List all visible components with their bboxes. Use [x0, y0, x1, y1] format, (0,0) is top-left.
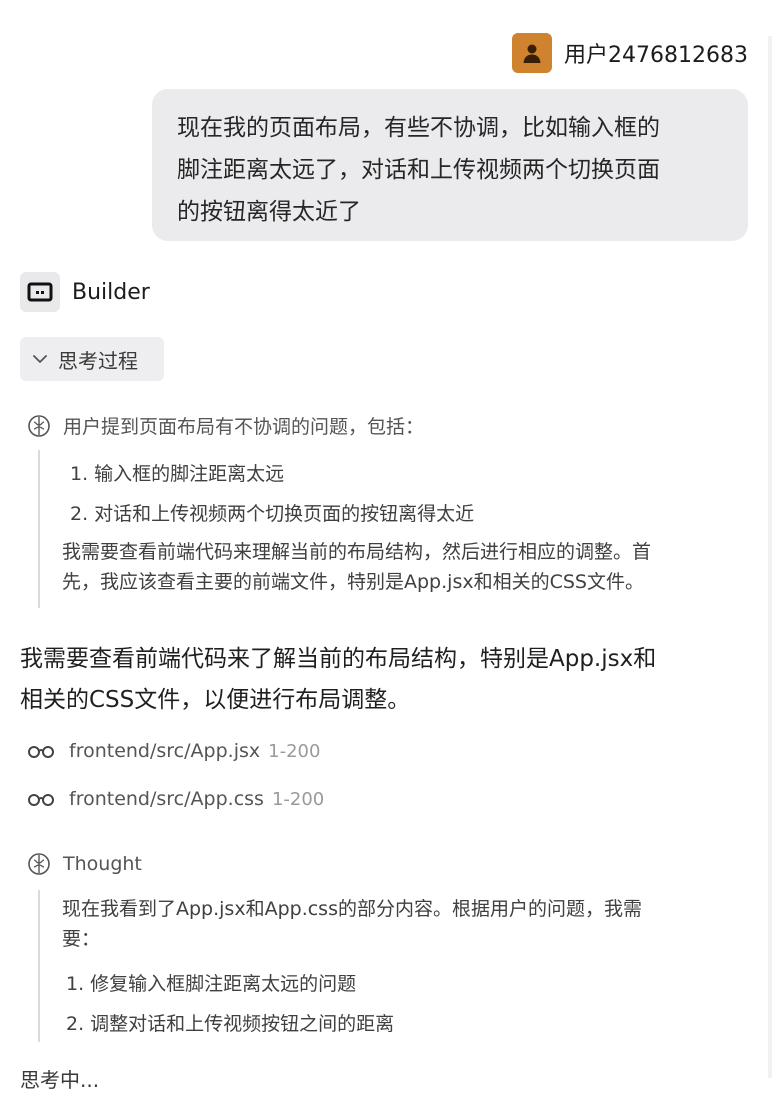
- user-message-bubble: 现在我的页面布局，有些不协调，比如输入框的 脚注距离太远了，对话和上传视频两个切…: [152, 89, 748, 241]
- file-line-range: 1-200: [268, 740, 321, 762]
- thought-body: 现在我看到了App.jsx和App.css的部分内容。根据用户的问题，我需 要：…: [38, 890, 642, 1042]
- thought-note-line: 先，我应该查看主要的前端文件，特别是App.jsx和相关的CSS文件。: [62, 571, 644, 593]
- file-path: frontend/src/App.jsx: [69, 740, 261, 762]
- thinking-toggle-label: 思考过程: [58, 348, 138, 373]
- glasses-icon: [28, 794, 54, 806]
- list-item: 1. 修复输入框脚注距离太远的问题: [66, 973, 357, 995]
- chevron-down-icon: [33, 355, 47, 363]
- user-message-line: 脚注距离太远了，对话和上传视频两个切换页面: [177, 157, 660, 183]
- thought-heading-text: 用户提到页面布局有不协调的问题，包括：: [63, 416, 425, 438]
- user-message-line: 的按钮离得太近了: [177, 199, 361, 225]
- username: 用户2476812683: [564, 43, 748, 68]
- avatar: [512, 33, 553, 73]
- file-path: frontend/src/App.css: [69, 788, 264, 810]
- list-item: 1. 输入框的脚注距离太远: [70, 463, 285, 485]
- brain-icon: [28, 853, 50, 875]
- thought-note-line: 要：: [62, 928, 101, 950]
- thought-heading: 用户提到页面布局有不协调的问题，包括：: [27, 412, 424, 439]
- thought-note-line: 我需要查看前端代码来理解当前的布局结构，然后进行相应的调整。首: [62, 541, 652, 563]
- thought-heading-text: Thought: [63, 853, 142, 875]
- file-read-item[interactable]: frontend/src/App.css 1-200: [27, 788, 324, 810]
- file-line-range: 1-200: [271, 788, 325, 810]
- thinking-process-toggle[interactable]: 思考过程: [20, 337, 164, 381]
- person-icon: [523, 44, 541, 63]
- list-item: 2. 对话和上传视频两个切换页面的按钮离得太近: [70, 503, 475, 525]
- response-line: 相关的CSS文件，以便进行布局调整。: [20, 687, 411, 713]
- builder-icon: [20, 272, 60, 312]
- brain-icon: [28, 414, 50, 437]
- file-read-item[interactable]: frontend/src/App.jsx 1-200: [27, 740, 320, 762]
- agent-header: Builder: [20, 272, 150, 312]
- response-line: 我需要查看前端代码来了解当前的布局结构，特别是App.jsx和: [20, 646, 657, 672]
- user-message-line: 现在我的页面布局，有些不协调，比如输入框的: [177, 115, 660, 141]
- agent-name: Builder: [72, 279, 150, 305]
- thinking-status: 思考中...: [20, 1068, 100, 1092]
- user-header: 用户2476812683: [512, 33, 748, 73]
- thought-note-line: 现在我看到了App.jsx和App.css的部分内容。根据用户的问题，我需: [62, 898, 642, 920]
- thought-body: 1. 输入框的脚注距离太远 2. 对话和上传视频两个切换页面的按钮离得太近 我需…: [38, 450, 651, 608]
- thought-heading: Thought: [27, 852, 142, 876]
- glasses-icon: [28, 746, 54, 758]
- scrollbar[interactable]: [768, 36, 772, 1078]
- list-item: 2. 调整对话和上传视频按钮之间的距离: [66, 1013, 395, 1035]
- assistant-response: 我需要查看前端代码来了解当前的布局结构，特别是App.jsx和 相关的CSS文件…: [20, 639, 750, 721]
